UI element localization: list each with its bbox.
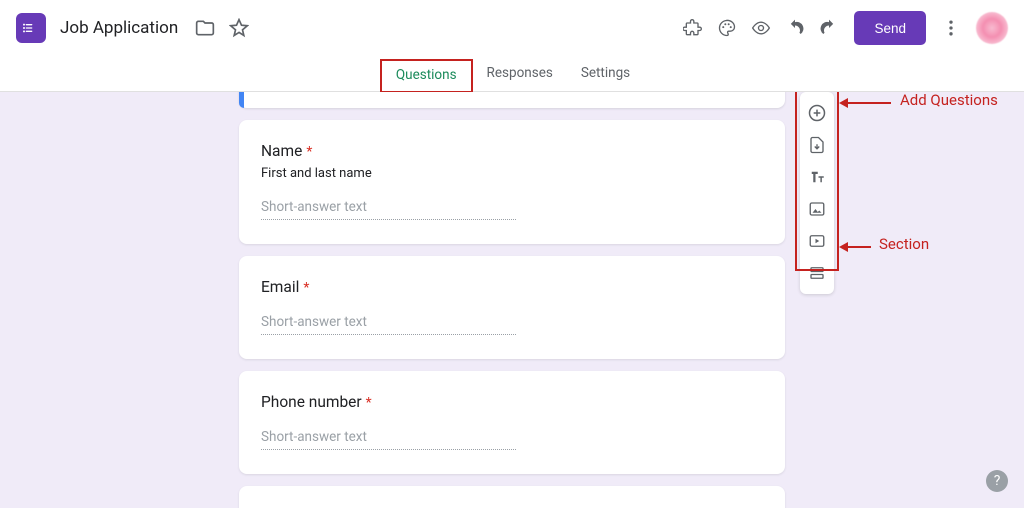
add-question-button[interactable] xyxy=(804,100,830,126)
form-title[interactable]: Job Application xyxy=(60,18,178,38)
more-options-icon[interactable] xyxy=(934,11,968,45)
send-button[interactable]: Send xyxy=(854,11,926,45)
annotation-arrow xyxy=(839,98,891,108)
question-card[interactable]: Name * First and last name Short-answer … xyxy=(239,120,785,244)
question-card[interactable]: Phone number * Short-answer text xyxy=(239,371,785,474)
annotation-section: Section xyxy=(879,235,929,253)
add-video-button[interactable] xyxy=(804,228,830,254)
question-title: Phone number xyxy=(261,393,362,411)
star-icon[interactable] xyxy=(222,11,256,45)
question-toolbar xyxy=(800,92,834,294)
answer-placeholder: Short-answer text xyxy=(261,199,516,220)
add-section-button[interactable] xyxy=(804,260,830,286)
account-avatar[interactable] xyxy=(976,12,1008,44)
question-title: Email xyxy=(261,278,299,296)
import-questions-button[interactable] xyxy=(804,132,830,158)
question-title: Name xyxy=(261,142,302,160)
annotation-arrow xyxy=(839,242,871,252)
answer-placeholder: Short-answer text xyxy=(261,314,516,335)
question-description: First and last name xyxy=(261,166,763,181)
addons-icon[interactable] xyxy=(676,11,710,45)
preview-icon[interactable] xyxy=(744,11,778,45)
form-header-card[interactable] xyxy=(239,92,785,108)
forms-logo xyxy=(16,13,46,43)
undo-icon[interactable] xyxy=(778,11,812,45)
tab-questions[interactable]: Questions xyxy=(380,59,473,93)
question-card[interactable]: Are you interested in full-time employme… xyxy=(239,486,785,508)
customize-theme-icon[interactable] xyxy=(710,11,744,45)
move-to-folder-icon[interactable] xyxy=(188,11,222,45)
help-button[interactable]: ? xyxy=(986,470,1008,492)
add-title-button[interactable] xyxy=(804,164,830,190)
tab-responses[interactable]: Responses xyxy=(473,65,567,91)
editor-canvas: Name * First and last name Short-answer … xyxy=(0,92,1024,508)
add-image-button[interactable] xyxy=(804,196,830,222)
tabs-row: Questions Responses Settings xyxy=(0,56,1024,92)
answer-placeholder: Short-answer text xyxy=(261,429,516,450)
redo-icon[interactable] xyxy=(812,11,846,45)
tab-settings[interactable]: Settings xyxy=(567,65,644,91)
question-card[interactable]: Email * Short-answer text xyxy=(239,256,785,359)
required-asterisk: * xyxy=(306,144,312,160)
required-asterisk: * xyxy=(303,280,309,296)
app-header: Job Application Send xyxy=(0,0,1024,56)
required-asterisk: * xyxy=(366,395,372,411)
annotation-add-questions: Add Questions xyxy=(900,92,998,109)
